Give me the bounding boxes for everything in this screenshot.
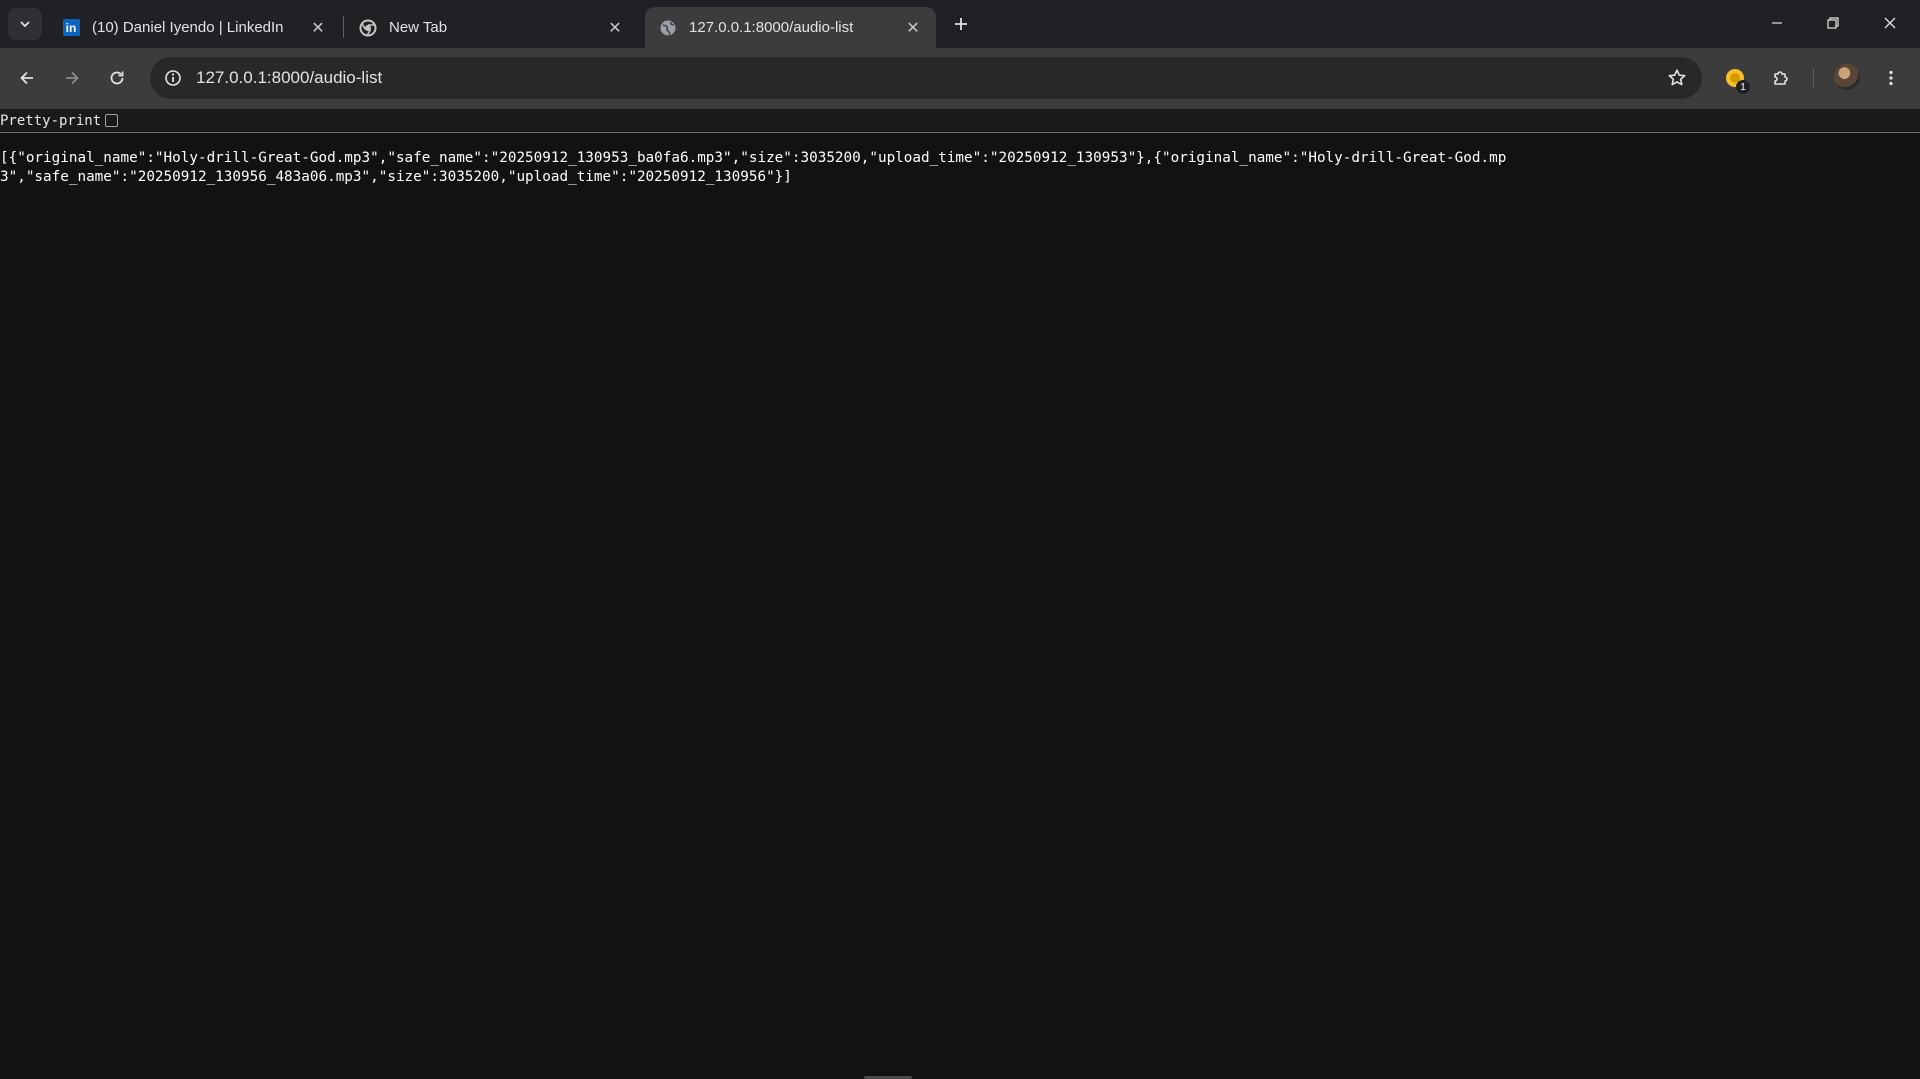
star-icon [1668, 69, 1686, 86]
linkedin-icon: in [62, 19, 80, 37]
tab-separator [343, 16, 344, 38]
chrome-menu-button[interactable] [1874, 61, 1908, 95]
back-button[interactable] [10, 61, 44, 95]
tab-title: (10) Daniel Iyendo | LinkedIn [92, 19, 284, 36]
forward-button[interactable] [55, 61, 89, 95]
json-response-text: [{"original_name":"Holy-drill-Great-God.… [0, 150, 1507, 185]
minimize-icon [1772, 22, 1782, 24]
restore-icon [1827, 17, 1839, 29]
puzzle-icon [1774, 71, 1788, 85]
globe-icon [659, 19, 677, 37]
close-window-button[interactable] [1862, 0, 1918, 46]
pretty-print-label: Pretty-print [0, 112, 102, 129]
tab-audio-list[interactable]: 127.0.0.1:8000/audio-list ✕ [645, 7, 936, 48]
site-info-button[interactable] [158, 63, 188, 93]
reload-icon [110, 71, 124, 85]
extension-badge: 1 [1736, 80, 1750, 94]
close-icon[interactable]: ✕ [604, 17, 626, 39]
tab-title: 127.0.0.1:8000/audio-list [689, 19, 854, 36]
info-icon [165, 70, 181, 86]
close-icon[interactable]: ✕ [902, 17, 924, 39]
new-tab-button[interactable] [947, 10, 975, 38]
page-content: Pretty-print [{"original_name":"Holy-dri… [0, 109, 1920, 1079]
pretty-print-checkbox[interactable] [105, 114, 119, 127]
profile-avatar[interactable] [1834, 64, 1860, 90]
restore-button[interactable] [1805, 0, 1861, 46]
tab-strip: in (10) Daniel Iyendo | LinkedIn ✕ New T… [0, 0, 1920, 48]
bookmark-button[interactable] [1666, 67, 1688, 89]
tab-new-tab[interactable]: New Tab ✕ [345, 7, 638, 48]
chevron-down-icon [20, 21, 30, 28]
arrow-right-icon [66, 71, 79, 85]
browser-toolbar: 127.0.0.1:8000/audio-list [0, 48, 1920, 109]
toolbar-divider [1813, 68, 1814, 88]
reload-button[interactable] [100, 61, 134, 95]
close-icon [1884, 17, 1896, 29]
plus-icon [955, 18, 967, 30]
minimize-button[interactable] [1749, 0, 1805, 46]
extensions-menu-button[interactable] [1764, 61, 1798, 95]
chrome-icon [359, 19, 377, 37]
address-bar[interactable]: 127.0.0.1:8000/audio-list [150, 57, 1702, 99]
tab-title: New Tab [389, 19, 448, 36]
tab-search-button[interactable] [8, 8, 42, 40]
pretty-print-bar: Pretty-print [0, 109, 1920, 133]
more-vert-icon [1889, 70, 1893, 86]
address-text[interactable]: 127.0.0.1:8000/audio-list [196, 68, 382, 88]
tab-linkedin[interactable]: in (10) Daniel Iyendo | LinkedIn ✕ [48, 7, 341, 48]
arrow-left-icon [20, 71, 33, 85]
close-icon[interactable]: ✕ [307, 17, 329, 39]
